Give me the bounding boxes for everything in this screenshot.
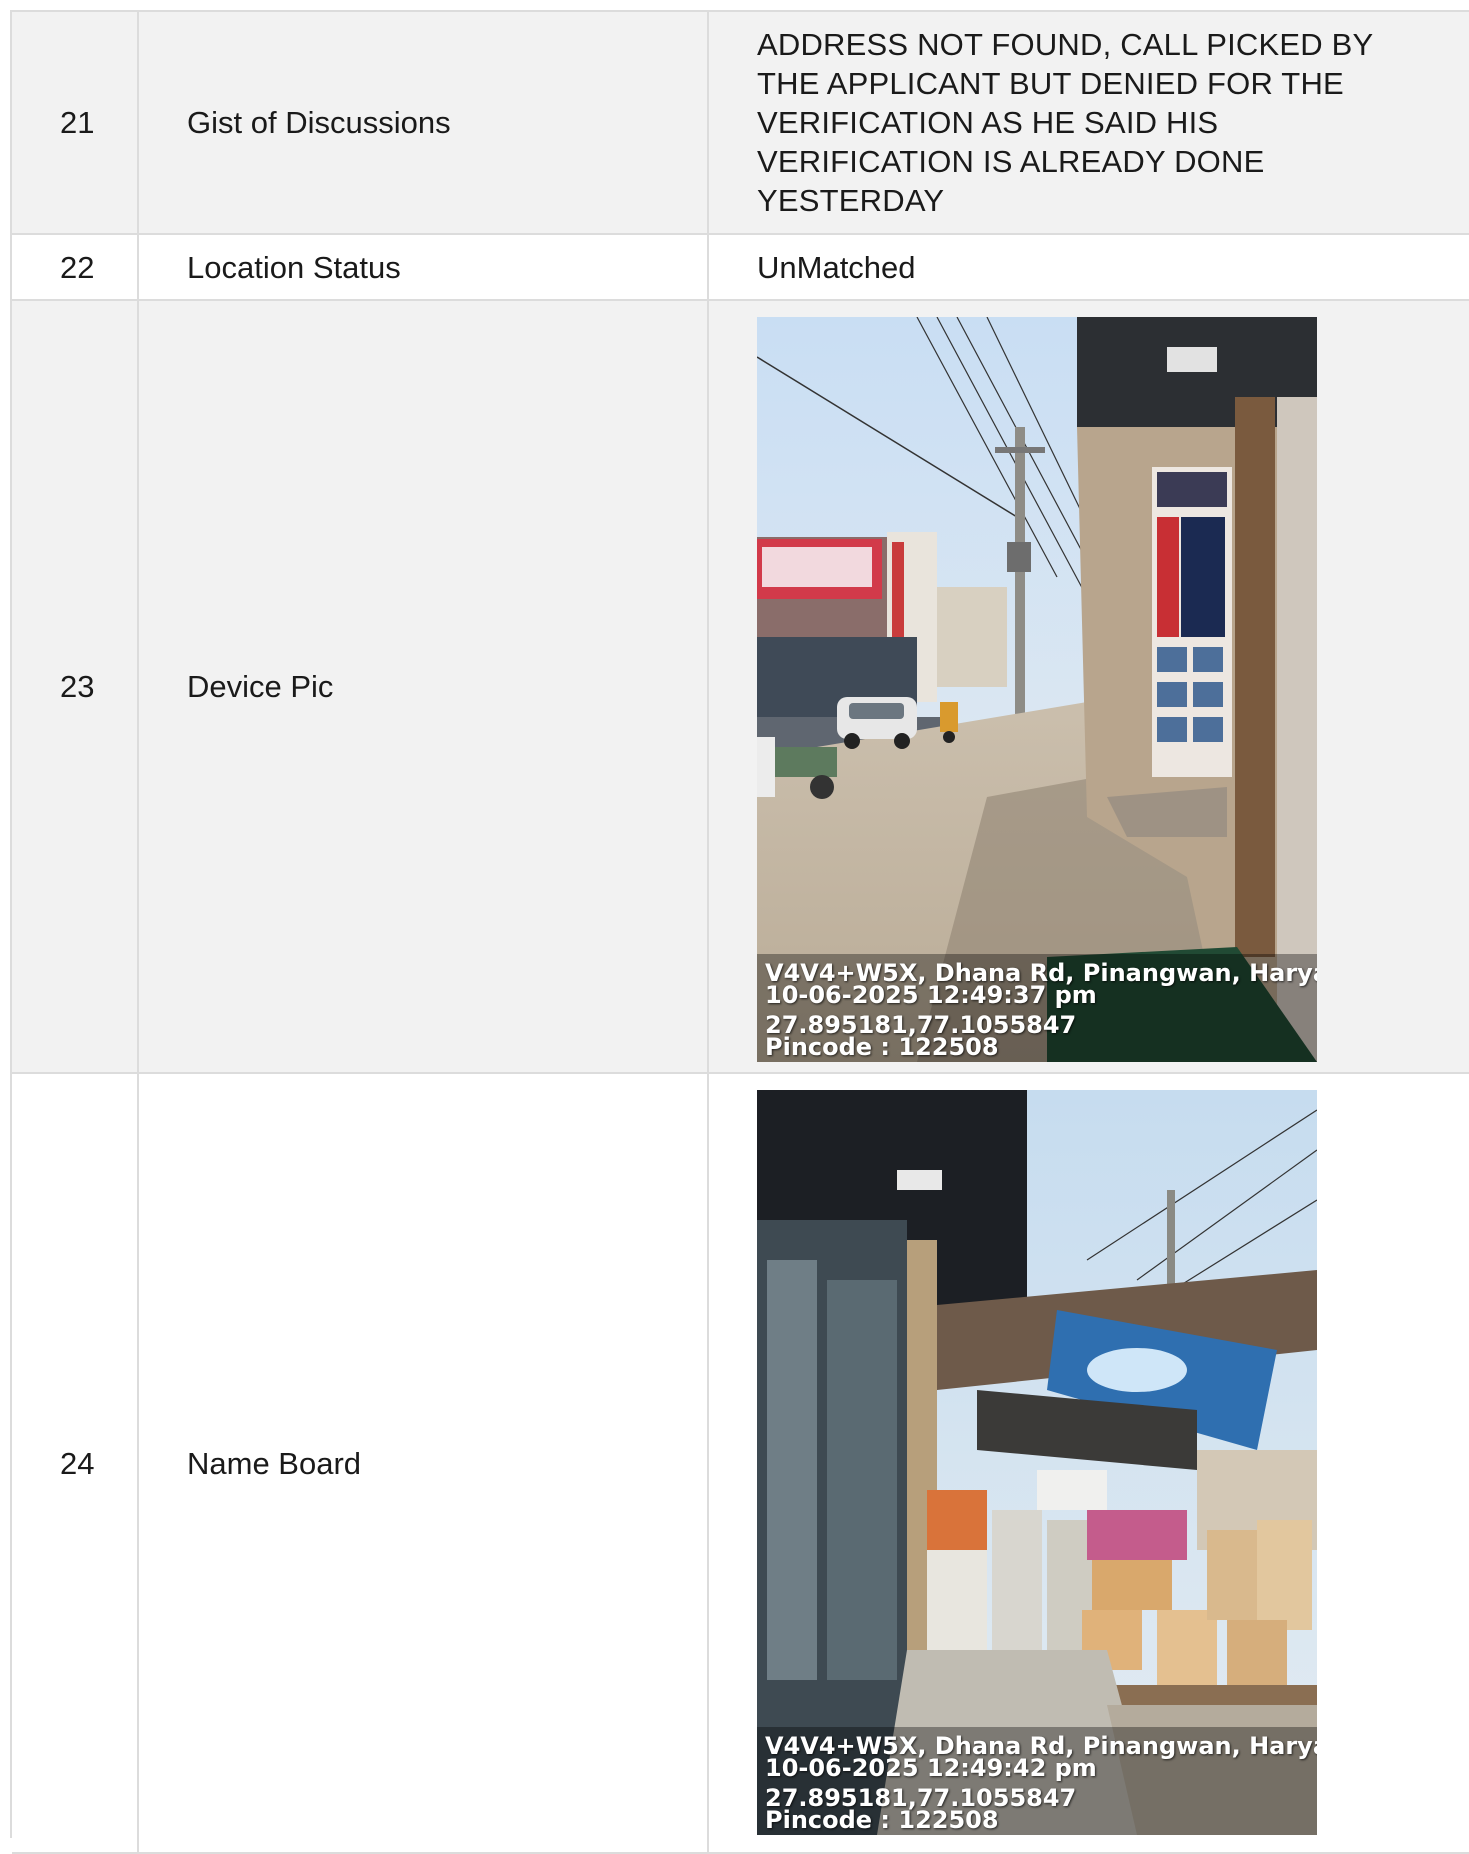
table-row: 24 Name Board V4V4+W5X, Dhana Rd, Pinang… <box>12 1073 1469 1854</box>
shop-front-image <box>757 1090 1317 1835</box>
geotag-stamp: V4V4+W5X, Dhana Rd, Pinangwan, Haryana 1… <box>757 1727 1317 1835</box>
row-number: 21 <box>12 12 139 235</box>
table-row: 22 Location Status UnMatched <box>12 234 1469 301</box>
row-value: V4V4+W5X, Dhana Rd, Pinangwan, Haryana 1… <box>708 300 1469 1074</box>
row-value: V4V4+W5X, Dhana Rd, Pinangwan, Haryana 1… <box>708 1073 1469 1854</box>
verification-report-table: 21 Gist of Discussions ADDRESS NOT FOUND… <box>12 12 1469 1854</box>
table-row: 23 Device Pic V4V4+W5X, Dhana Rd, Pinang… <box>12 300 1469 1074</box>
device-photo: V4V4+W5X, Dhana Rd, Pinangwan, Haryana 1… <box>757 317 1317 1062</box>
table-row: 21 Gist of Discussions ADDRESS NOT FOUND… <box>12 12 1469 235</box>
row-number: 24 <box>12 1073 139 1854</box>
row-number: 23 <box>12 300 139 1074</box>
stamp-pincode: Pincode : 122508 <box>765 1033 999 1061</box>
row-value: UnMatched <box>708 234 1469 301</box>
row-number: 22 <box>12 234 139 301</box>
stamp-datetime: 10-06-2025 12:49:37 pm <box>765 981 1097 1009</box>
row-label: Name Board <box>138 1073 709 1854</box>
name-board-photo: V4V4+W5X, Dhana Rd, Pinangwan, Haryana 1… <box>757 1090 1317 1835</box>
row-label: Location Status <box>138 234 709 301</box>
row-value: ADDRESS NOT FOUND, CALL PICKED BY THE AP… <box>708 12 1469 235</box>
row-label: Gist of Discussions <box>138 12 709 235</box>
report-table-container: 21 Gist of Discussions ADDRESS NOT FOUND… <box>10 10 1469 1854</box>
stamp-pincode: Pincode : 122508 <box>765 1806 999 1834</box>
row-label: Device Pic <box>138 300 709 1074</box>
street-scene-image <box>757 317 1317 1062</box>
gist-text: ADDRESS NOT FOUND, CALL PICKED BY THE AP… <box>757 27 1373 218</box>
stamp-datetime: 10-06-2025 12:49:42 pm <box>765 1754 1097 1782</box>
geotag-stamp: V4V4+W5X, Dhana Rd, Pinangwan, Haryana 1… <box>757 954 1317 1062</box>
